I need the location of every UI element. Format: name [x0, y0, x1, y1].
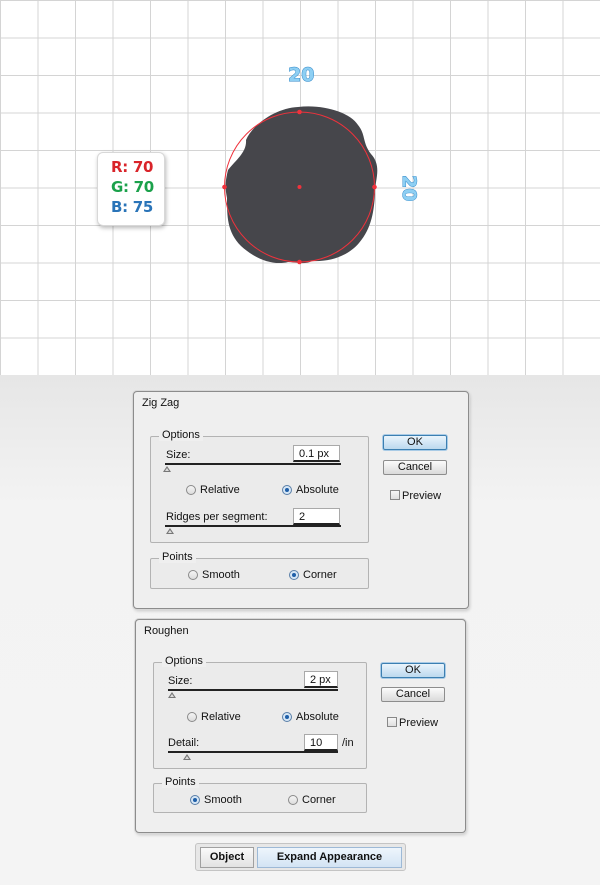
dialog-title: Zig Zag: [142, 397, 180, 409]
detail-field[interactable]: 10: [304, 734, 338, 751]
absolute-label: Absolute: [296, 484, 339, 496]
relative-radio[interactable]: [187, 712, 197, 722]
detail-unit: /in: [342, 737, 354, 749]
corner-radio[interactable]: [289, 570, 299, 580]
width-dimension-label: 20: [288, 64, 314, 86]
roughen-dialog: Roughen Options Size: 2 px Relative Abso…: [135, 619, 466, 833]
points-group: Points Smooth Corner: [150, 551, 369, 589]
cancel-button[interactable]: Cancel: [381, 687, 445, 702]
smooth-radio[interactable]: [190, 795, 200, 805]
absolute-label: Absolute: [296, 711, 339, 723]
zigzag-dialog: Zig Zag Options Size: 0.1 px Relative Ab…: [133, 391, 469, 609]
preview-label: Preview: [402, 490, 442, 502]
absolute-radio[interactable]: [282, 485, 292, 495]
options-group: Options Size: 2 px Relative Absolute Det…: [153, 655, 367, 769]
artboard-canvas[interactable]: 20 20 R: 70 G: 70 B: 75: [0, 0, 600, 375]
anchor-point[interactable]: [372, 184, 377, 190]
height-dimension-label: 20: [398, 175, 420, 201]
control-toolbar: Object Expand Appearance: [195, 843, 406, 871]
preview-label: Preview: [399, 717, 439, 729]
preview-checkbox[interactable]: [387, 717, 397, 727]
rgb-color-card: R: 70 G: 70 B: 75: [97, 152, 165, 226]
smooth-label: Smooth: [202, 569, 240, 581]
relative-label: Relative: [200, 484, 240, 496]
object-menu-button[interactable]: Object: [200, 847, 254, 868]
corner-label: Corner: [302, 794, 336, 806]
detail-slider-thumb[interactable]: [183, 754, 191, 760]
absolute-radio[interactable]: [282, 712, 292, 722]
dialog-title: Roughen: [144, 625, 189, 637]
ridges-field[interactable]: 2: [293, 508, 340, 525]
expand-appearance-button[interactable]: Expand Appearance: [257, 847, 402, 868]
ridges-label: Ridges per segment:: [166, 511, 268, 523]
size-slider-track[interactable]: [165, 463, 341, 465]
size-slider-track[interactable]: [168, 689, 338, 691]
ridges-slider-thumb[interactable]: [166, 528, 174, 534]
smooth-radio[interactable]: [188, 570, 198, 580]
preview-checkbox[interactable]: [390, 490, 400, 500]
roughened-shape[interactable]: [225, 106, 378, 264]
artwork-layer: 20 20: [222, 64, 420, 265]
detail-slider-track[interactable]: [168, 751, 338, 753]
anchor-point[interactable]: [297, 109, 302, 115]
size-slider-thumb[interactable]: [163, 466, 171, 472]
size-label: Size:: [166, 449, 191, 461]
anchor-point[interactable]: [297, 259, 302, 265]
ok-button[interactable]: OK: [383, 435, 447, 450]
options-group: Options Size: 0.1 px Relative Absolute R…: [150, 429, 369, 543]
size-field[interactable]: 2 px: [304, 671, 338, 688]
relative-label: Relative: [201, 711, 241, 723]
corner-radio[interactable]: [288, 795, 298, 805]
size-label: Size:: [168, 675, 193, 687]
anchor-point[interactable]: [222, 184, 227, 190]
size-field[interactable]: 0.1 px: [293, 445, 340, 462]
corner-label: Corner: [303, 569, 337, 581]
cancel-button[interactable]: Cancel: [383, 460, 447, 475]
points-group-label: Points: [162, 776, 199, 788]
green-value: G: 70: [111, 178, 154, 196]
center-point: [297, 185, 302, 189]
points-group-label: Points: [159, 551, 196, 563]
blue-value: B: 75: [111, 198, 154, 216]
relative-radio[interactable]: [186, 485, 196, 495]
smooth-label: Smooth: [204, 794, 242, 806]
size-slider-thumb[interactable]: [168, 692, 176, 698]
red-value: R: 70: [111, 158, 154, 176]
options-group-label: Options: [159, 429, 203, 441]
options-group-label: Options: [162, 655, 206, 667]
ok-button[interactable]: OK: [381, 663, 445, 678]
ridges-slider-track[interactable]: [165, 525, 341, 527]
points-group: Points Smooth Corner: [153, 776, 367, 813]
detail-label: Detail:: [168, 737, 200, 749]
